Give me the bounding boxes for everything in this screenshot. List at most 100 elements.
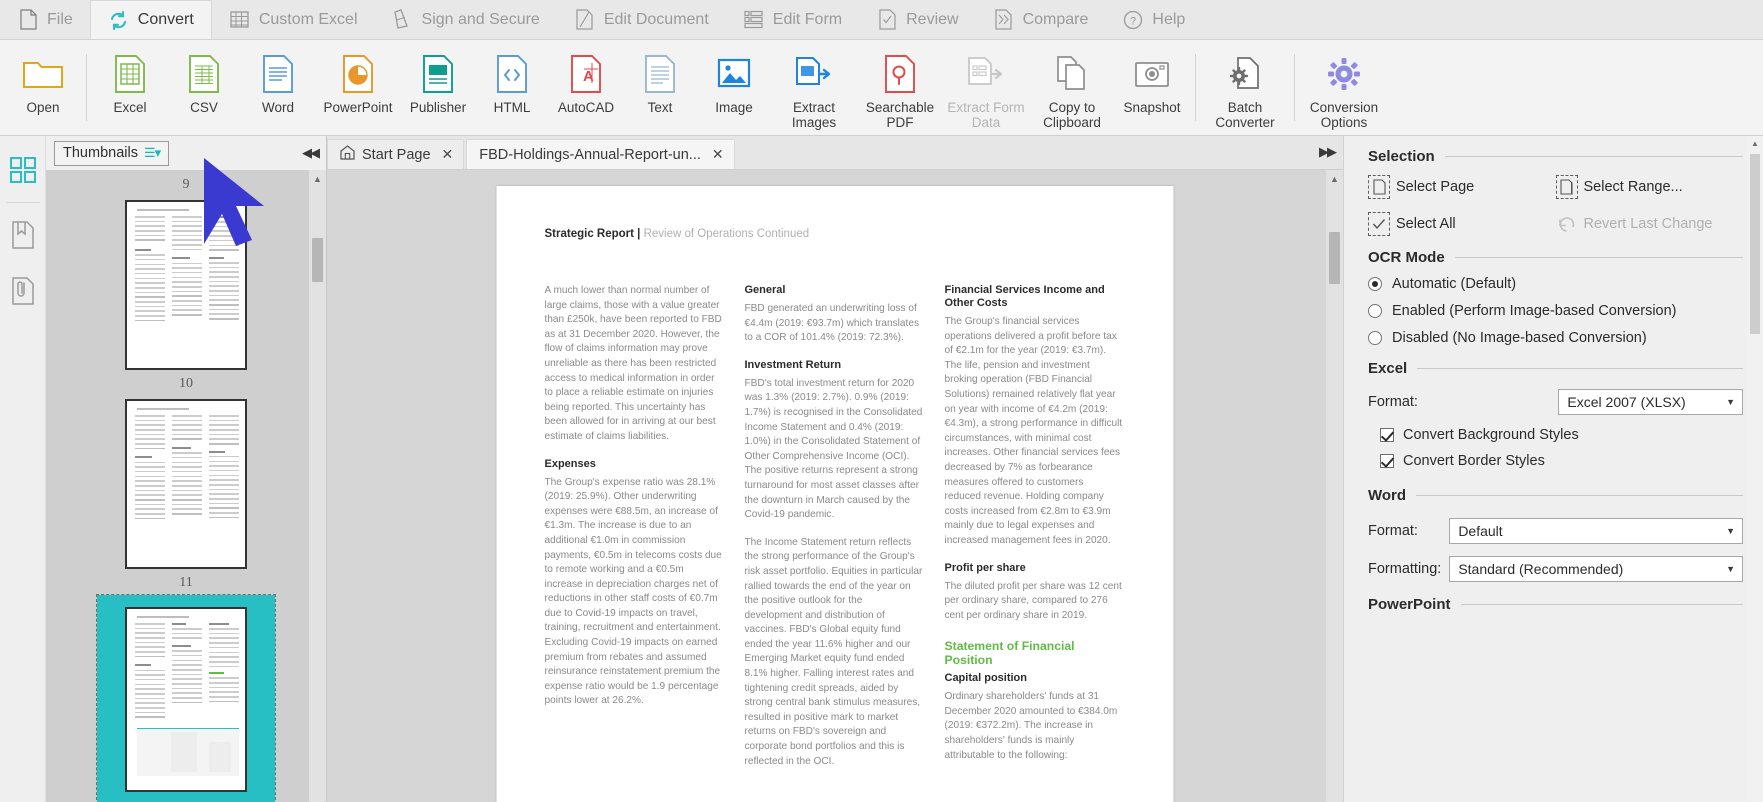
- scrollbar-thumb[interactable]: [1329, 232, 1340, 284]
- tab-fbd-holdings-annual-report[interactable]: FBD-Holdings-Annual-Report-un... ✕: [466, 139, 735, 169]
- ribbon-button-label: Batch Converter: [1215, 100, 1275, 130]
- menu-tab-review[interactable]: Review: [859, 0, 975, 39]
- collapse-panel-button[interactable]: ◀◀: [302, 145, 320, 161]
- ocr-option-automatic[interactable]: Automatic (Default): [1368, 276, 1743, 292]
- menu-tab-sign-and-secure[interactable]: Sign and Secure: [375, 0, 557, 39]
- extract-form-data-icon: [967, 52, 1005, 96]
- settings-panel-scrollbar[interactable]: ▲: [1747, 136, 1763, 802]
- ribbon-button-label: PowerPoint: [323, 100, 393, 115]
- close-icon[interactable]: ✕: [712, 146, 724, 163]
- ribbon-button-html[interactable]: HTML: [475, 46, 549, 132]
- revert-last-change-label: Revert Last Change: [1583, 216, 1713, 232]
- ribbon-button-powerpoint[interactable]: PowerPoint: [315, 46, 401, 132]
- autocad-icon: A: [570, 52, 602, 96]
- ribbon-button-text[interactable]: Text: [623, 46, 697, 132]
- menu-tab-help[interactable]: ? Help: [1105, 0, 1202, 39]
- ribbon-button-publisher[interactable]: Publisher: [401, 46, 475, 132]
- menu-tab-custom-excel[interactable]: Custom Excel: [212, 0, 375, 39]
- word-formatting-label: Formatting:: [1368, 561, 1442, 577]
- ribbon-button-label: AutoCAD: [557, 100, 615, 115]
- ribbon-button-csv[interactable]: CSV: [167, 46, 241, 132]
- scroll-up-arrow-icon[interactable]: ▲: [1747, 136, 1763, 151]
- revert-undo-icon: [1556, 212, 1578, 236]
- ribbon-button-extract-images[interactable]: Extract Images: [771, 46, 857, 132]
- thumbnail-item-selected[interactable]: [96, 594, 276, 802]
- thumbnail-item[interactable]: [122, 396, 250, 572]
- tab-start-page[interactable]: Start Page ✕: [327, 139, 465, 169]
- ocr-option-label: Automatic (Default): [1392, 276, 1517, 292]
- review-check-icon: [876, 8, 898, 32]
- ribbon-divider-3: [1294, 54, 1295, 121]
- document-scrollbar[interactable]: ▲: [1326, 170, 1343, 802]
- ribbon-button-extract-form-data[interactable]: Extract Form Data: [943, 46, 1029, 132]
- ocr-option-disabled[interactable]: Disabled (No Image-based Conversion): [1368, 330, 1743, 346]
- radio-button-icon[interactable]: [1368, 277, 1382, 291]
- convert-border-styles-checkbox[interactable]: Convert Border Styles: [1380, 453, 1743, 469]
- ribbon-button-excel[interactable]: Excel: [93, 46, 167, 132]
- selection-row-1: Select Page Select Range...: [1368, 175, 1743, 199]
- ribbon-button-searchable-pdf[interactable]: Searchable PDF: [857, 46, 943, 132]
- ribbon-button-word[interactable]: Word: [241, 46, 315, 132]
- scrollbar-thumb[interactable]: [312, 238, 323, 282]
- powerpoint-group: PowerPoint: [1368, 596, 1743, 613]
- ribbon-button-image[interactable]: Image: [697, 46, 771, 132]
- select-range-button[interactable]: Select Range...: [1555, 175, 1744, 199]
- checkbox-icon[interactable]: [1380, 454, 1394, 468]
- thumbnail-page-preview: [125, 399, 247, 569]
- sidebar-item-bookmarks[interactable]: [2, 209, 44, 265]
- ribbon-button-label: Open: [26, 100, 60, 115]
- tab-scroll-right-button[interactable]: ▶▶: [1319, 144, 1337, 160]
- menu-tab-edit-document[interactable]: Edit Document: [557, 0, 726, 39]
- ribbon-button-label: Copy to Clipboard: [1043, 100, 1101, 130]
- scrollbar-thumb[interactable]: [1750, 154, 1760, 334]
- ribbon-button-batch-converter[interactable]: Batch Converter: [1202, 46, 1288, 132]
- select-all-button[interactable]: Select All: [1368, 212, 1556, 236]
- batch-converter-icon: [1226, 52, 1264, 96]
- ribbon-button-snapshot[interactable]: Snapshot: [1115, 46, 1189, 132]
- document-columns: A much lower than normal number of large…: [545, 284, 1126, 782]
- thumbnail-item[interactable]: [122, 197, 250, 373]
- select-page-button[interactable]: Select Page: [1368, 175, 1556, 199]
- word-format-label: Format:: [1368, 523, 1418, 539]
- ocr-option-label: Disabled (No Image-based Conversion): [1392, 330, 1647, 346]
- document-column-2: General FBD generated an underwriting lo…: [745, 284, 923, 782]
- selection-group: Selection Select Page Select Range... Se…: [1368, 148, 1743, 236]
- radio-button-icon[interactable]: [1368, 304, 1382, 318]
- menu-tab-label: Review: [906, 10, 959, 28]
- excel-title-label: Excel: [1368, 360, 1408, 377]
- ribbon-button-autocad[interactable]: A AutoCAD: [549, 46, 623, 132]
- excel-format-select[interactable]: Excel 2007 (XLSX) ▼: [1558, 389, 1743, 415]
- document-column-1: A much lower than normal number of large…: [545, 284, 723, 782]
- ribbon-button-copy-to-clipboard[interactable]: Copy to Clipboard: [1029, 46, 1115, 132]
- scroll-up-arrow-icon[interactable]: ▲: [309, 170, 326, 187]
- radio-button-icon[interactable]: [1368, 331, 1382, 345]
- thumbnails-dropdown[interactable]: Thumbnails ☰▾: [54, 140, 170, 166]
- convert-background-styles-checkbox[interactable]: Convert Background Styles: [1380, 427, 1743, 443]
- bookmarks-icon: [11, 220, 35, 254]
- checkbox-icon[interactable]: [1380, 428, 1394, 442]
- menu-tab-convert[interactable]: Convert: [89, 0, 212, 39]
- scroll-up-arrow-icon[interactable]: ▲: [1326, 170, 1343, 187]
- menu-tab-label: Convert: [137, 11, 194, 28]
- ocr-option-enabled[interactable]: Enabled (Perform Image-based Conversion): [1368, 303, 1743, 319]
- word-format-select[interactable]: Default ▼: [1449, 518, 1743, 544]
- ribbon-button-conversion-options[interactable]: Conversion Options: [1301, 46, 1387, 132]
- powerpoint-icon: [342, 52, 374, 96]
- sidebar-item-thumbnails[interactable]: [2, 144, 44, 200]
- thumbnails-scrollbar[interactable]: ▲: [309, 170, 326, 802]
- svg-text:?: ?: [1130, 15, 1136, 27]
- pen-icon: [392, 8, 414, 32]
- menu-tab-compare[interactable]: Compare: [976, 0, 1106, 39]
- ribbon-button-open[interactable]: Open: [6, 46, 80, 132]
- menu-tab-edit-form[interactable]: Edit Form: [726, 0, 859, 39]
- menu-tab-file[interactable]: File: [0, 0, 90, 39]
- home-icon: [340, 145, 355, 164]
- sidebar-item-attachments[interactable]: [2, 265, 44, 321]
- thumbnail-page-preview: [125, 607, 247, 792]
- document-paragraph: The Group's financial services operation…: [944, 316, 1123, 546]
- application-window: File Convert Custom Excel Sign and Secur…: [0, 0, 1763, 802]
- close-icon[interactable]: ✕: [442, 146, 454, 163]
- document-viewport[interactable]: Strategic Report | Review of Operations …: [327, 170, 1343, 802]
- word-formatting-select[interactable]: Standard (Recommended) ▼: [1449, 556, 1743, 582]
- revert-last-change-button[interactable]: Revert Last Change: [1556, 212, 1744, 236]
